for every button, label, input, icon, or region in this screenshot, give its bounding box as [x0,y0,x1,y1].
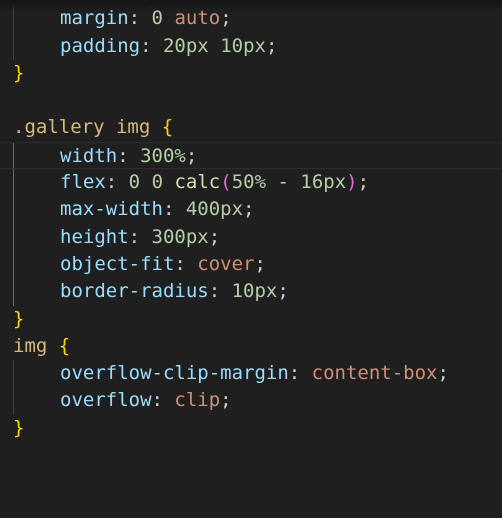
code-line[interactable]: } [0,306,502,333]
code-line-current[interactable]: width: 300%; [0,141,502,170]
indent-guide [13,196,14,224]
code-line[interactable]: } [0,60,502,87]
css-selector-class: .gallery [13,116,105,139]
indent-guide [13,32,14,60]
operator: - [277,171,289,194]
code-line[interactable]: flex: 0 0 calc(50% - 16px); [0,169,502,197]
opening-brace: { [161,116,174,139]
opening-brace: { [58,334,71,357]
css-selector-tag: img [13,334,48,357]
indent-guide [13,169,14,197]
css-property: height [60,225,129,248]
css-property: overflow [60,389,152,412]
code-line[interactable]: border-radius: 10px; [0,278,502,306]
css-property: max-height [60,0,174,2]
indent-guide [13,360,14,388]
css-property: border-radius [60,280,209,303]
css-value: 0 [128,171,141,194]
code-line[interactable]: img { [0,333,502,360]
css-value: 50% [231,171,267,194]
css-property: width [60,144,118,167]
code-line-empty[interactable] [0,87,502,114]
code-line[interactable]: padding: 20px 10px; [0,32,502,60]
css-value: 10px [231,280,278,303]
closing-brace: } [13,61,25,84]
css-value: 300% [140,144,186,167]
paren-close: ) [346,171,358,194]
css-function: calc [174,171,221,194]
css-property: object-fit [60,252,175,275]
code-line[interactable]: margin: 0 auto; [0,5,502,33]
css-selector-tag: img [115,116,151,139]
indent-guide [13,223,14,251]
css-property: margin [60,7,129,30]
code-line[interactable]: height: 300px; [0,223,502,251]
paren-open: ( [220,171,232,194]
code-line[interactable]: } [0,415,502,442]
css-value: 300px [151,225,209,248]
css-value: content-box [311,362,438,385]
css-value: 400px [185,198,244,221]
css-property: max-width [60,198,163,221]
code-line[interactable]: max-width: 400px; [0,196,502,224]
indent-guide [13,142,14,169]
css-value: 16px [300,171,347,194]
css-value: clip [174,389,221,412]
css-value: 10px [220,34,266,57]
indent-guide [13,5,14,33]
code-line[interactable]: object-fit: cover; [0,250,502,279]
css-property: overflow-clip-margin [60,362,289,385]
css-value: 1200px [197,0,266,2]
closing-brace: } [13,416,25,439]
css-value: 0 [151,171,164,194]
css-value: 0 [151,7,163,30]
code-editor[interactable]: max-height: 1200px; margin: 0 auto; padd… [0,0,502,442]
code-line[interactable]: overflow: clip; [0,387,502,415]
indent-guide [13,278,14,306]
indent-guide [13,387,14,415]
css-property: flex [60,171,106,194]
code-line[interactable]: .gallery img { [0,114,502,141]
css-value: cover [197,252,255,275]
css-value: 20px [162,34,209,57]
code-line[interactable]: overflow-clip-margin: content-box; [0,360,502,388]
indent-guide [13,250,14,279]
css-property: padding [60,34,141,57]
css-value: auto [174,7,221,30]
closing-brace: } [13,307,25,330]
